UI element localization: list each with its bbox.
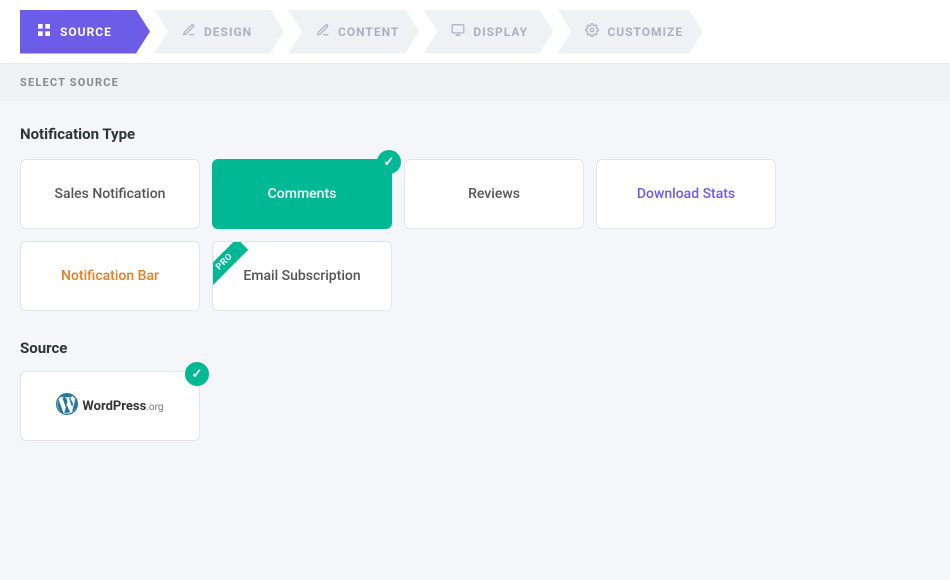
notif-card-reviews-label: Reviews <box>468 186 520 202</box>
notif-card-notification-bar-label: Notification Bar <box>61 268 159 284</box>
wordpress-text: WordPress.org <box>82 399 163 414</box>
wordpress-name: WordPress <box>82 399 146 414</box>
step-display-label: DISPLAY <box>473 25 528 39</box>
wordpress-icon <box>56 393 78 420</box>
customize-icon <box>585 23 599 41</box>
wordpress-suffix: .org <box>146 402 163 413</box>
source-card-wordpress[interactable]: ✓ WordPress.org <box>20 371 200 441</box>
wordpress-logo: WordPress.org <box>56 393 163 420</box>
section-header: SELECT SOURCE <box>0 64 950 101</box>
step-customize-label: CUSTOMIZE <box>607 25 683 39</box>
steps-bar: SOURCE DESIGN CONTENT DISPLAY CUSTOMIZE <box>0 0 950 64</box>
step-source[interactable]: SOURCE <box>20 10 150 54</box>
notif-card-comments-label: Comments <box>268 186 337 202</box>
notif-card-download-stats-label: Download Stats <box>637 186 735 202</box>
step-content-label: CONTENT <box>338 25 399 39</box>
notif-card-email-subscription[interactable]: Email Subscription <box>212 241 392 311</box>
notification-type-heading: Notification Type <box>20 125 930 143</box>
step-content[interactable]: CONTENT <box>288 10 419 54</box>
step-source-label: SOURCE <box>60 25 112 39</box>
comments-check-badge: ✓ <box>377 150 401 174</box>
notif-card-comments[interactable]: ✓ Comments <box>212 159 392 229</box>
notif-card-download-stats[interactable]: Download Stats <box>596 159 776 229</box>
step-design[interactable]: DESIGN <box>154 10 284 54</box>
main-content: SELECT SOURCE Notification Type Sales No… <box>0 64 950 461</box>
notif-card-reviews[interactable]: Reviews <box>404 159 584 229</box>
display-icon <box>451 23 465 41</box>
notif-card-notification-bar[interactable]: Notification Bar <box>20 241 200 311</box>
design-icon <box>182 23 196 41</box>
step-customize[interactable]: CUSTOMIZE <box>557 10 703 54</box>
source-check-badge: ✓ <box>185 362 209 386</box>
content-icon <box>316 23 330 41</box>
notif-card-sales-label: Sales Notification <box>55 186 166 202</box>
step-design-label: DESIGN <box>204 25 252 39</box>
source-icon <box>36 22 52 42</box>
source-heading: Source <box>20 339 930 357</box>
step-display[interactable]: DISPLAY <box>423 10 553 54</box>
notif-card-email-subscription-label: Email Subscription <box>243 268 360 284</box>
notif-card-sales[interactable]: Sales Notification <box>20 159 200 229</box>
notification-type-grid: Sales Notification ✓ Comments Reviews Do… <box>20 159 930 311</box>
